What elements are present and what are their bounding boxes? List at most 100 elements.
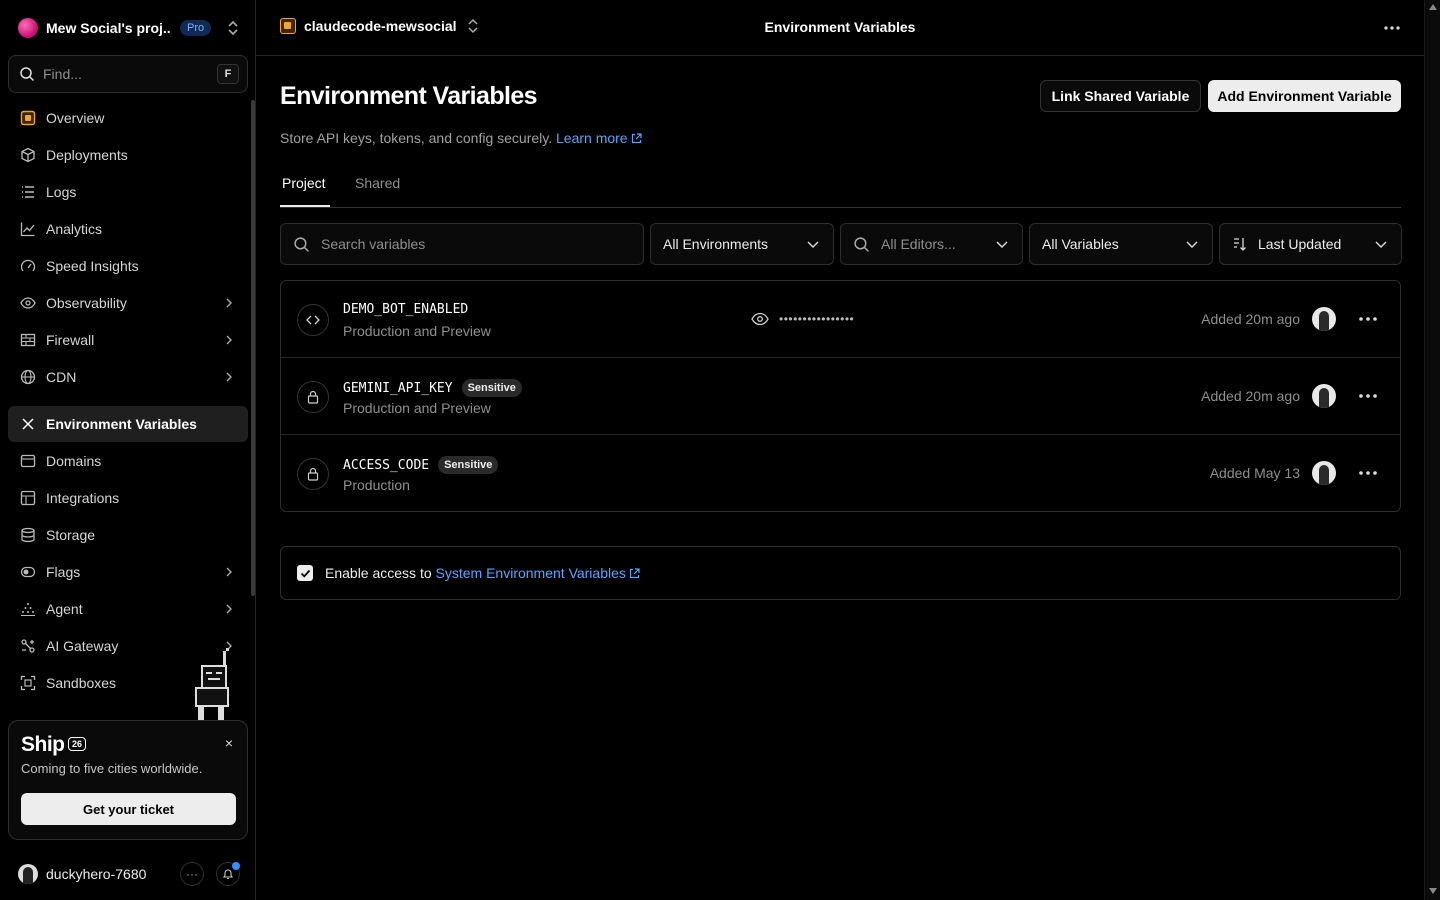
search-icon (854, 236, 869, 252)
sidebar-item-observability[interactable]: Observability (8, 285, 248, 321)
sidebar-item-domains[interactable]: Domains (8, 443, 248, 479)
observability-icon (20, 295, 36, 311)
sidebar-item-agent[interactable]: Agent (8, 591, 248, 627)
storage-icon (20, 527, 36, 543)
sidebar-item-label: Overview (46, 110, 105, 126)
chevron-right-icon (226, 298, 232, 308)
more-options-button[interactable]: ··· (180, 862, 204, 886)
user-account[interactable]: duckyhero-7680 ··· (8, 858, 248, 890)
environments-select[interactable]: All Environments (650, 223, 834, 265)
variable-name-text: GEMINI_API_KEY (343, 380, 453, 396)
variable-date: Added May 13 (1209, 465, 1300, 481)
variable-value[interactable]: •••••••••••••••• (751, 310, 854, 328)
table-row[interactable]: GEMINI_API_KEY Sensitive Production and P… (281, 358, 1400, 435)
sidebar-item-firewall[interactable]: Firewall (8, 322, 248, 358)
notification-dot (232, 862, 240, 870)
sort-select[interactable]: Last Updated (1219, 223, 1402, 265)
system-env-vars-link-label: System Environment Variables (435, 565, 626, 581)
analytics-icon (20, 221, 36, 237)
tabs: Project Shared (280, 168, 1401, 208)
team-switcher[interactable]: Mew Social's proj... Pro (8, 10, 248, 46)
robot-mascot-icon (195, 648, 229, 720)
bell-icon (222, 869, 234, 880)
avatar (1312, 461, 1336, 485)
learn-more-link[interactable]: Learn more (556, 130, 642, 146)
sidebar-item-flags[interactable]: Flags (8, 554, 248, 590)
notifications-button[interactable] (216, 862, 240, 886)
sidebar-item-cdn[interactable]: CDN (8, 359, 248, 395)
system-env-vars-panel: Enable access to System Environment Vari… (280, 546, 1401, 600)
top-bar: claudecode-mewsocial Environment Variabl… (256, 0, 1424, 56)
close-icon[interactable]: × (225, 735, 233, 751)
sidebar-item-label: Observability (46, 295, 127, 311)
active-tab-indicator (280, 205, 330, 207)
sidebar-item-analytics[interactable]: Analytics (8, 211, 248, 247)
variable-name: ACCESS_CODE Sensitive (343, 456, 499, 474)
ai-gateway-icon (20, 638, 36, 654)
add-environment-variable-button[interactable]: Add Environment Variable (1208, 80, 1401, 112)
table-row[interactable]: DEMO_BOT_ENABLED Production and Preview … (281, 281, 1400, 358)
promo-badge: 26 (68, 737, 87, 751)
variables-value: All Variables (1042, 236, 1119, 252)
more-horizontal-icon[interactable] (1382, 18, 1402, 38)
team-name: Mew Social's proj... (46, 20, 170, 36)
plan-badge: Pro (180, 20, 212, 36)
variable-name: GEMINI_API_KEY Sensitive (343, 379, 522, 397)
sidebar-item-label: Analytics (46, 221, 103, 237)
domains-icon (20, 453, 36, 469)
more-horizontal-icon[interactable] (1356, 309, 1380, 329)
globe-icon (20, 369, 36, 385)
sort-value: Last Updated (1258, 236, 1342, 252)
user-name: duckyhero-7680 (46, 866, 147, 882)
sandboxes-icon (20, 675, 36, 691)
search-variables-input[interactable]: Search variables (280, 223, 644, 265)
find-shortcut-key: F (217, 64, 239, 84)
sidebar-scrollbar[interactable] (251, 100, 255, 596)
scroll-down-icon[interactable] (1429, 888, 1437, 894)
environments-value: All Environments (663, 236, 769, 252)
find-search-box[interactable]: F (8, 55, 248, 93)
sidebar-item-label: Firewall (46, 332, 95, 348)
sidebar-item-environment-variables[interactable]: Environment Variables (8, 406, 248, 442)
avatar (18, 864, 38, 884)
scroll-up-icon[interactable] (1429, 4, 1437, 10)
more-horizontal-icon[interactable] (1356, 386, 1380, 406)
sensitive-badge: Sensitive (461, 379, 522, 397)
agent-icon (20, 601, 36, 617)
sensitive-badge: Sensitive (438, 456, 499, 474)
sidebar-item-label: Sandboxes (46, 675, 117, 691)
chevron-right-icon (226, 335, 232, 345)
page-scrollbar[interactable] (1424, 0, 1440, 900)
filter-bar: Search variables All Environments All Ed… (280, 223, 1402, 265)
tab-shared[interactable]: Shared (355, 175, 400, 191)
system-env-vars-link[interactable]: System Environment Variables (436, 565, 640, 581)
sidebar-item-deployments[interactable]: Deployments (8, 137, 248, 173)
firewall-icon (20, 332, 36, 348)
sidebar-item-storage[interactable]: Storage (8, 517, 248, 553)
external-link-icon (629, 568, 640, 579)
sidebar-item-logs[interactable]: Logs (8, 174, 248, 210)
sidebar-item-speed-insights[interactable]: Speed Insights (8, 248, 248, 284)
chevron-right-icon (226, 567, 232, 577)
chevron-down-icon (1375, 241, 1387, 248)
system-env-vars-checkbox[interactable] (297, 565, 313, 581)
table-row[interactable]: ACCESS_CODE Sensitive Production Added Ma… (281, 435, 1400, 511)
env-vars-icon (20, 416, 36, 432)
sidebar-nav: Overview Deployments Logs Analytics Spee… (8, 100, 248, 720)
tab-project[interactable]: Project (282, 175, 326, 191)
sidebar-item-label: Agent (46, 601, 83, 617)
link-shared-variable-button[interactable]: Link Shared Variable (1040, 80, 1201, 112)
get-ticket-button[interactable]: Get your ticket (21, 793, 236, 825)
sidebar-item-overview[interactable]: Overview (8, 100, 248, 136)
variable-name-text: DEMO_BOT_ENABLED (343, 302, 469, 317)
page-subtitle: Store API keys, tokens, and config secur… (280, 130, 642, 146)
more-horizontal-icon[interactable] (1356, 463, 1380, 483)
variables-select[interactable]: All Variables (1029, 223, 1213, 265)
promo-title: Ship (21, 733, 65, 756)
sidebar-item-integrations[interactable]: Integrations (8, 480, 248, 516)
learn-more-label: Learn more (556, 130, 628, 146)
logs-icon (20, 184, 36, 200)
editors-select[interactable]: All Editors... (840, 223, 1023, 265)
find-input[interactable] (43, 66, 193, 82)
eye-icon[interactable] (751, 310, 769, 328)
